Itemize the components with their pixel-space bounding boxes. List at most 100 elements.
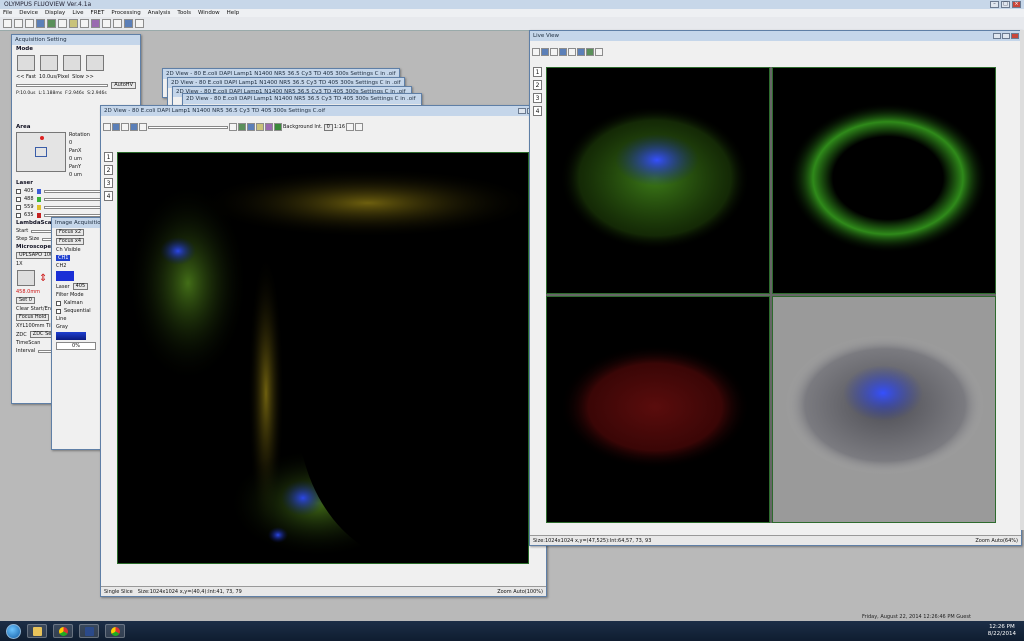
red-channel-svg	[560, 345, 750, 469]
background-value[interactable]: 0	[323, 123, 333, 131]
green-channel-panel[interactable]	[772, 67, 996, 294]
ch2-label[interactable]: CH2	[56, 263, 66, 269]
bg-option-icon[interactable]	[346, 123, 355, 131]
side-tab-1[interactable]: 1	[533, 67, 542, 77]
live-channel-icon[interactable]	[586, 48, 594, 56]
side-tab-3[interactable]: 3	[533, 93, 542, 103]
red-channel-panel[interactable]	[546, 296, 770, 523]
point-mode-icon[interactable]	[63, 55, 81, 71]
area-pad[interactable]	[16, 132, 66, 172]
settings-icon[interactable]	[58, 19, 67, 28]
menu-item-device[interactable]: Device	[19, 10, 38, 16]
microscope-icon	[17, 270, 35, 286]
start-button[interactable]	[6, 623, 21, 639]
live-layout-icon[interactable]	[577, 48, 585, 56]
open-icon[interactable]	[14, 19, 23, 28]
side-tab-4[interactable]: 4	[104, 191, 113, 201]
background-icon[interactable]	[274, 123, 282, 131]
line-mode-icon[interactable]	[40, 55, 58, 71]
laser-checkbox[interactable]	[16, 212, 21, 218]
main-minimize-button[interactable]	[518, 108, 526, 114]
side-tab-4[interactable]: 4	[533, 106, 542, 116]
live-fit-icon[interactable]	[541, 48, 549, 56]
set-button[interactable]: Set 0	[16, 297, 35, 304]
side-tab-1[interactable]: 1	[104, 152, 113, 162]
live-minimize-button[interactable]	[993, 33, 1001, 39]
minimize-button[interactable]: –	[990, 1, 999, 8]
fluoview-task[interactable]	[79, 624, 99, 638]
live-ratio-icon[interactable]	[568, 48, 576, 56]
focus-arrow-icon[interactable]: ⇕	[39, 273, 47, 284]
laser-checkbox[interactable]	[16, 188, 21, 194]
zoom-in-icon[interactable]	[121, 123, 129, 131]
menu-item-tools[interactable]: Tools	[177, 10, 191, 16]
channel-1-icon[interactable]	[238, 123, 246, 131]
live-zoom-icon[interactable]	[559, 48, 567, 56]
focus-hold-button[interactable]: Focus Hold	[16, 314, 50, 321]
live-icon[interactable]	[47, 19, 56, 28]
sequential-checkbox[interactable]	[56, 308, 61, 314]
channel-4-icon[interactable]	[265, 123, 273, 131]
side-tab-2[interactable]: 2	[533, 80, 542, 90]
print-icon[interactable]	[135, 19, 144, 28]
laser-checkbox[interactable]	[16, 204, 21, 210]
frame-slider[interactable]	[148, 125, 228, 129]
live-pen-icon[interactable]	[595, 48, 603, 56]
laser-checkbox[interactable]	[16, 196, 21, 202]
chrome-task[interactable]	[53, 624, 73, 638]
focus-x2-button[interactable]: Focus x2	[56, 229, 85, 236]
grid-icon[interactable]	[102, 19, 111, 28]
live-collapse-icon[interactable]	[532, 48, 540, 56]
menu-item-live[interactable]: Live	[72, 10, 83, 16]
explorer-task[interactable]	[27, 624, 47, 638]
menu-item-window[interactable]: Window	[198, 10, 220, 16]
live-close-button[interactable]	[1011, 33, 1019, 39]
menu-item-analysis[interactable]: Analysis	[148, 10, 171, 16]
measure-icon[interactable]	[113, 19, 122, 28]
brightfield-panel[interactable]	[772, 296, 996, 523]
play-forward-icon[interactable]	[229, 123, 237, 131]
speed-slider[interactable]	[16, 84, 109, 87]
side-tab-2[interactable]: 2	[104, 165, 113, 175]
layout-icon[interactable]	[124, 19, 133, 28]
save-icon[interactable]	[25, 19, 34, 28]
fit-icon[interactable]	[112, 123, 120, 131]
side-tab-3[interactable]: 3	[104, 178, 113, 188]
bg-grid-icon[interactable]	[355, 123, 364, 131]
menu-item-file[interactable]: File	[3, 10, 12, 16]
channel-2-icon[interactable]	[247, 123, 255, 131]
play-back-icon[interactable]	[139, 123, 147, 131]
clock-date: 8/22/2014	[987, 631, 1016, 637]
collapse-icon[interactable]	[103, 123, 111, 131]
new-icon[interactable]	[3, 19, 12, 28]
menu-item-fret[interactable]: FRET	[91, 10, 105, 16]
overlay-icon[interactable]	[91, 19, 100, 28]
main-status-bar: Single Slice Size:1024x1024 x,y=(40,4):I…	[101, 586, 546, 596]
live-grid-icon[interactable]	[550, 48, 558, 56]
ia-laser-select[interactable]: 405	[72, 283, 89, 290]
autohv-button[interactable]: AutoHV	[111, 82, 136, 89]
ratio-icon[interactable]	[130, 123, 138, 131]
image-acquisition-window: Image Acquisition Focus x2 Focus x4 Ch V…	[51, 217, 106, 450]
kalman-checkbox[interactable]	[56, 300, 61, 306]
confocal-image[interactable]	[117, 152, 529, 564]
clock[interactable]: 12:26 PM 8/22/2014	[988, 624, 1024, 638]
free-mode-icon[interactable]	[86, 55, 104, 71]
menu-item-processing[interactable]: Processing	[111, 10, 140, 16]
merged-channel-panel[interactable]	[546, 67, 770, 294]
menu-item-display[interactable]: Display	[45, 10, 65, 16]
acquire-icon[interactable]	[36, 19, 45, 28]
maximize-button[interactable]: □	[1001, 1, 1010, 8]
scan-mode-icon[interactable]	[17, 55, 35, 71]
zoom-icon[interactable]	[80, 19, 89, 28]
tool-panel-strip[interactable]	[1020, 30, 1024, 530]
menu-item-help[interactable]: Help	[227, 10, 240, 16]
close-button[interactable]: ×	[1012, 1, 1021, 8]
live-maximize-button[interactable]	[1002, 33, 1010, 39]
chrome2-task[interactable]	[105, 624, 125, 638]
focus-x4-button[interactable]: Focus x4	[56, 238, 85, 245]
channel-3-icon[interactable]	[256, 123, 264, 131]
s-value: S:2.946s	[87, 91, 107, 96]
lamp-icon[interactable]	[69, 19, 78, 28]
ch1-label[interactable]: CH1	[56, 255, 71, 261]
